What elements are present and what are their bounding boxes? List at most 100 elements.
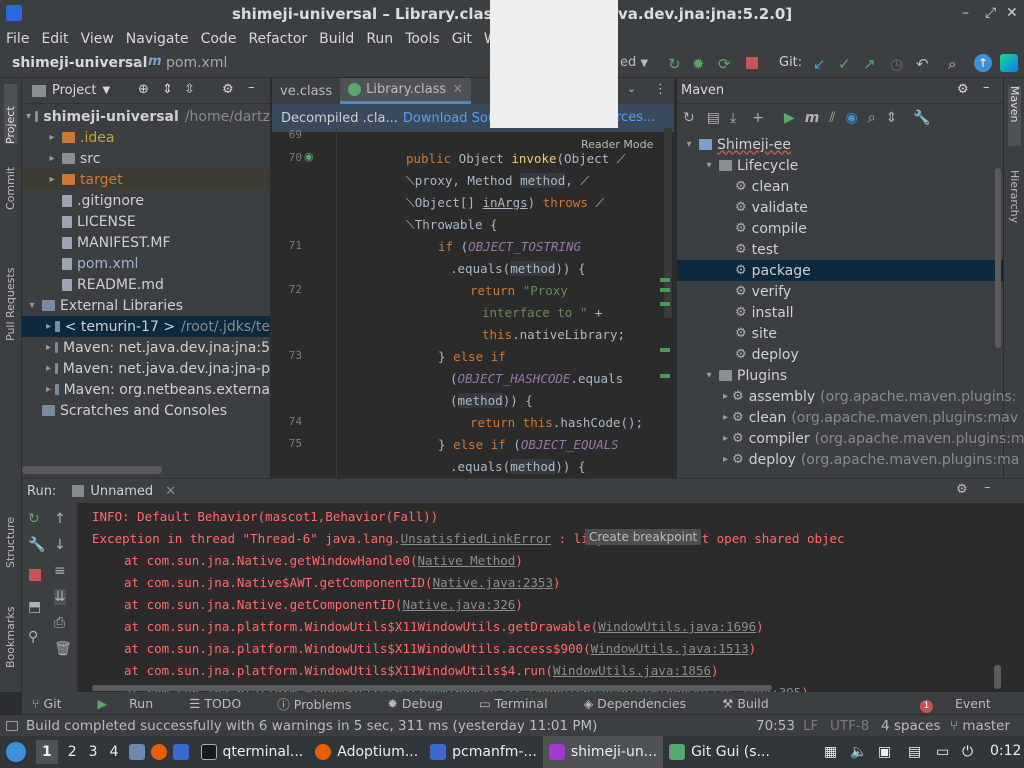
rerun-icon[interactable]: ↻ <box>668 55 681 73</box>
chevron-right-icon[interactable]: ▸ <box>46 384 51 395</box>
reader-mode-label[interactable]: Reader Mode <box>581 138 653 151</box>
project-tree-item[interactable]: ▾ External Libraries <box>22 295 270 316</box>
rerun-icon[interactable]: ↻ <box>28 511 40 527</box>
toolbox-icon[interactable] <box>1000 54 1018 72</box>
start-menu-icon[interactable] <box>6 742 26 762</box>
tool-tab-todo[interactable]: ☰ TODO <box>189 696 259 711</box>
tray-app-icon[interactable]: ▦ <box>824 744 837 760</box>
tool-tab-bookmarks[interactable]: Bookmarks <box>4 598 17 668</box>
breadcrumb-file[interactable]: pom.xml <box>166 55 227 71</box>
trash-icon[interactable]: 🗑 <box>54 641 72 657</box>
stop-icon[interactable] <box>746 57 758 69</box>
tool-tab-git[interactable]: ⑂ Git <box>32 696 80 711</box>
project-tree-item[interactable]: MANIFEST.MF <box>22 232 270 253</box>
git-rollback-icon[interactable]: ↶ <box>916 55 929 73</box>
close-tab-icon[interactable]: ✕ <box>452 82 463 97</box>
wrench-icon[interactable]: 🔧 <box>913 110 930 126</box>
console-source-link[interactable]: Native.java:2353 <box>433 575 553 590</box>
chevron-right-icon[interactable]: ▸ <box>723 412 728 423</box>
project-panel-title[interactable]: Project <box>52 83 96 98</box>
run-icon[interactable]: ▶ <box>784 110 795 126</box>
chevron-right-icon[interactable]: ▸ <box>46 153 58 164</box>
close-tab-icon[interactable]: ✕ <box>165 484 176 499</box>
maven-tree-item[interactable]: ▾ Plugins <box>677 365 1003 386</box>
settings-gear-icon[interactable]: ⚙ <box>222 82 234 97</box>
workspace-4[interactable]: 4 <box>104 740 125 764</box>
menu-navigate[interactable]: Navigate <box>120 31 195 47</box>
maven-tree-item[interactable]: ▸ ⚙ deploy (org.apache.maven.plugins:ma <box>677 449 1019 470</box>
tool-tab-project[interactable]: Project <box>4 84 17 144</box>
tab-library-class[interactable]: Library.class ✕ <box>340 78 472 104</box>
menu-run[interactable]: Run <box>360 31 399 47</box>
choose-sources-link[interactable]: rces... <box>616 110 655 125</box>
console-source-link[interactable]: WindowUtils.java:1696 <box>598 619 756 634</box>
chevron-right-icon[interactable]: ▸ <box>723 454 728 465</box>
caret-position[interactable]: 70:53 <box>756 718 795 734</box>
maven-tree-item[interactable]: ⚙ site <box>677 323 1003 344</box>
clock[interactable]: 0:12 <box>990 743 1021 759</box>
file-encoding[interactable]: UTF-8 <box>830 718 869 734</box>
git-history-icon[interactable]: ◷ <box>890 55 903 73</box>
wrench-icon[interactable]: 🔧 <box>28 537 45 553</box>
maven-tree-item[interactable]: ▸ ⚙ clean (org.apache.maven.plugins:mav <box>677 407 1018 428</box>
firefox-launcher-icon[interactable] <box>150 744 167 760</box>
breadcrumb-project[interactable]: shimeji-universal <box>12 55 147 71</box>
collapse-all-icon[interactable]: ⇕ <box>162 82 173 97</box>
chevron-down-icon[interactable]: ▼ <box>102 85 110 96</box>
maven-tree-item[interactable]: ▾ Shimeji-ee <box>677 134 1003 155</box>
chevron-right-icon[interactable]: ▸ <box>46 174 58 185</box>
tab-list-chevron-icon[interactable]: ⌄ <box>627 82 636 95</box>
chevron-right-icon[interactable]: ▸ <box>723 391 728 402</box>
menu-view[interactable]: View <box>75 31 120 47</box>
menu-edit[interactable]: Edit <box>35 31 74 47</box>
folder-add-icon[interactable]: ▤ <box>707 110 720 126</box>
tab-ve-class[interactable]: ve.class <box>272 78 340 104</box>
maven-tree-item[interactable]: ⚙ verify <box>677 281 1003 302</box>
maven-tree-item[interactable]: ⚙ compile <box>677 218 1003 239</box>
file-manager-launcher-icon[interactable] <box>128 744 145 760</box>
pin-icon[interactable]: ⚲ <box>28 629 38 645</box>
run-config-name[interactable]: Unnamed <box>90 484 153 499</box>
line-separator[interactable]: LF <box>803 718 818 734</box>
git-commit-icon[interactable]: ✓ <box>838 55 851 73</box>
workspace-2[interactable]: 2 <box>62 740 83 764</box>
soft-wrap-icon[interactable]: ≡ <box>54 563 66 579</box>
maven-tree-item[interactable]: ▸ ⚙ assembly (org.apache.maven.plugins: <box>677 386 1016 407</box>
project-tree-item[interactable]: ▸ src <box>22 148 270 169</box>
override-icon[interactable]: ◉ <box>304 150 314 163</box>
tool-tab-maven[interactable]: Maven <box>1008 86 1021 146</box>
chevron-down-icon[interactable]: ▾ <box>703 370 715 381</box>
workspace-3[interactable]: 3 <box>83 740 104 764</box>
menu-build[interactable]: Build <box>313 31 360 47</box>
run-config-selector[interactable]: ed ▼ <box>620 55 648 70</box>
minimize-icon[interactable]: – <box>962 5 969 21</box>
console-source-link[interactable]: UnsatisfiedLinkError <box>401 531 552 546</box>
stop-icon[interactable] <box>29 569 41 581</box>
task-adoptium[interactable]: Adoptium... <box>309 736 424 768</box>
print-icon[interactable]: ⎙ <box>54 615 65 631</box>
indent-setting[interactable]: 4 spaces <box>881 718 941 734</box>
add-icon[interactable]: + <box>752 110 764 126</box>
task-qterminal[interactable]: qterminal... <box>195 736 310 768</box>
update-icon[interactable]: ↑ <box>974 54 992 72</box>
settings-gear-icon[interactable]: ⚙ <box>957 82 969 97</box>
chevron-down-icon[interactable]: ▾ <box>703 160 715 171</box>
project-tree-item[interactable]: Scratches and Consoles <box>22 400 270 421</box>
console-source-link[interactable]: Native.java:326 <box>402 597 515 612</box>
console-source-link[interactable]: Native Method <box>418 553 516 568</box>
network-icon[interactable]: ▭ <box>936 744 949 760</box>
scroll-to-end-icon[interactable]: ⇊ <box>54 589 66 605</box>
notes-icon[interactable]: ▤ <box>908 744 921 760</box>
download-sources-link[interactable]: Download Sou <box>403 111 496 126</box>
project-tree-item[interactable]: README.md <box>22 274 270 295</box>
reload-icon[interactable]: ↻ <box>683 110 695 126</box>
expand-all-icon[interactable]: ⇳ <box>184 82 195 97</box>
tool-tab-structure[interactable]: Structure <box>4 508 17 568</box>
tool-tab-problems[interactable]: ⓘ Problems <box>277 694 369 713</box>
search-icon[interactable]: ⌕ <box>868 110 876 126</box>
maximize-icon[interactable]: ⤢ <box>985 5 996 21</box>
collapse-icon[interactable]: ⇕ <box>886 110 898 126</box>
menu-git[interactable]: Git <box>446 31 478 47</box>
project-tree-item[interactable]: ▸ target <box>22 169 270 190</box>
maven-tree-item[interactable]: ⚙ validate <box>677 197 1003 218</box>
